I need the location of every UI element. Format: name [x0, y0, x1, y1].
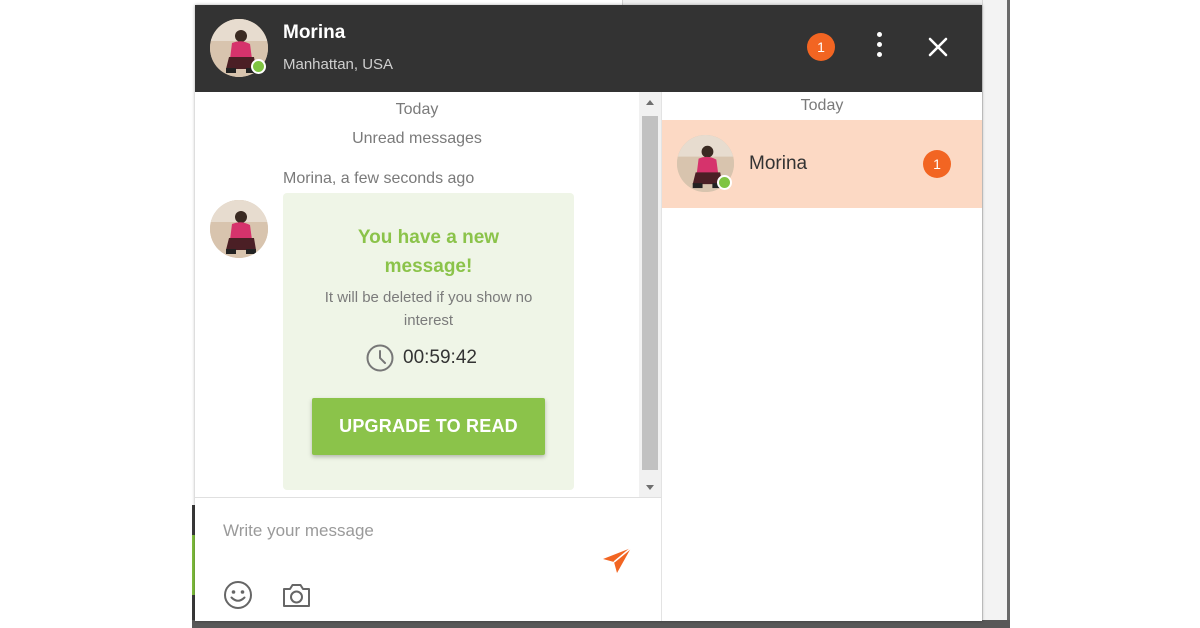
contact-name: Morina	[283, 22, 346, 43]
user-photo-icon	[210, 200, 268, 258]
scroll-up-arrow-icon[interactable]	[639, 92, 661, 112]
message-composer	[195, 497, 661, 621]
upgrade-to-read-button[interactable]: UPGRADE TO READ	[312, 398, 545, 455]
chat-window: Morina Manhattan, USA 1 Today Unread mes…	[195, 5, 982, 621]
notification-badge[interactable]: 1	[807, 33, 835, 61]
locked-message-card: You have a new message! It will be delet…	[283, 193, 574, 490]
date-separator: Today	[395, 101, 439, 118]
contact-location: Manhattan, USA	[283, 56, 394, 73]
chat-header: Morina Manhattan, USA 1	[195, 5, 982, 92]
scrollbar-thumb[interactable]	[642, 116, 658, 470]
countdown-value: 00:59:42	[403, 347, 477, 368]
list-date-separator: Today	[800, 97, 844, 114]
countdown-timer: 00:59:42	[365, 343, 477, 373]
unread-separator: Unread messages	[352, 130, 482, 147]
camera-icon[interactable]	[281, 581, 312, 609]
card-subtitle: It will be deleted if you show no intere…	[324, 289, 533, 329]
conversation-item[interactable]: Morina 1	[662, 120, 982, 208]
emoji-icon[interactable]	[223, 580, 253, 610]
online-status-dot	[717, 175, 732, 190]
message-area: Today Unread messages Morina, a few seco…	[195, 92, 661, 497]
close-icon[interactable]	[924, 33, 952, 61]
card-title: You have a new message!	[357, 227, 500, 277]
scroll-down-arrow-icon[interactable]	[639, 477, 661, 497]
message-scrollbar[interactable]	[639, 92, 661, 497]
conversation-list: Today Morina 1	[662, 92, 982, 621]
background-taskbar	[192, 620, 1010, 628]
clock-icon	[366, 344, 394, 372]
sender-avatar[interactable]	[210, 200, 268, 258]
background-scrollbar	[1007, 0, 1010, 628]
conversation-unread-badge: 1	[923, 150, 951, 178]
conversation-name: Morina	[749, 153, 808, 174]
message-input[interactable]	[223, 516, 603, 546]
online-status-dot	[251, 59, 266, 74]
send-icon[interactable]	[599, 542, 635, 578]
more-options-icon[interactable]	[867, 31, 891, 63]
background-window-edge	[982, 0, 1010, 628]
message-meta: Morina, a few seconds ago	[283, 170, 475, 187]
